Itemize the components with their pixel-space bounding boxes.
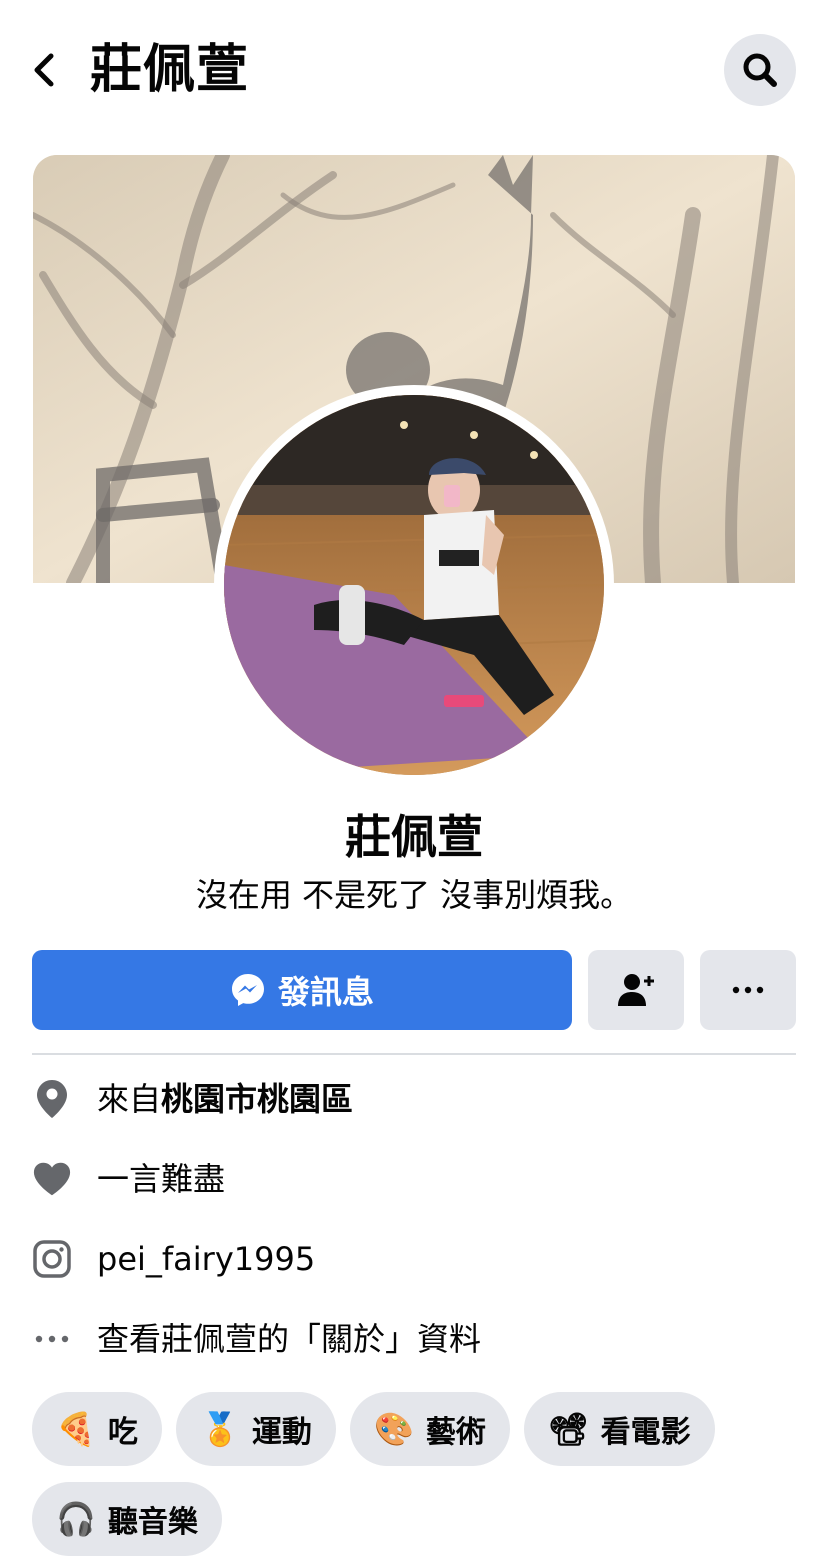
more-dots-icon	[732, 986, 764, 994]
instagram-icon	[32, 1237, 72, 1281]
hobby-label: 運動	[251, 1415, 312, 1450]
hobby-chip[interactable]: 📽 看電影	[524, 1392, 715, 1466]
medal-icon: 🏅	[200, 1410, 240, 1448]
hobby-chip[interactable]: 🎧 聽音樂	[32, 1482, 222, 1556]
page-title: 莊佩萱	[90, 40, 250, 100]
back-button[interactable]	[22, 46, 66, 94]
hobby-chip[interactable]: 🏅 運動	[176, 1392, 336, 1466]
messenger-icon	[231, 974, 264, 1006]
info-location: 來自桃園市桃園區	[32, 1069, 796, 1129]
add-friend-button[interactable]	[588, 950, 684, 1030]
headphones-icon: 🎧	[56, 1500, 96, 1538]
instagram-handle[interactable]: pei_fairy1995	[97, 1238, 315, 1280]
hobby-chip[interactable]: 🍕 吃	[32, 1392, 162, 1466]
message-button-label: 發訊息	[277, 973, 374, 1011]
location-place-link[interactable]: 桃園市桃園區	[161, 1080, 353, 1118]
search-button[interactable]	[724, 34, 796, 106]
location-prefix: 來自	[97, 1080, 162, 1118]
more-dots-icon	[32, 1317, 72, 1361]
hobby-label: 吃	[107, 1415, 138, 1450]
info-instagram[interactable]: pei_fairy1995	[32, 1229, 796, 1289]
section-divider	[32, 1053, 796, 1055]
hobby-chip[interactable]: 🎨 藝術	[350, 1392, 510, 1466]
profile-bio: 沒在用 不是死了 沒事別煩我。	[195, 876, 633, 914]
hobby-label: 聽音樂	[107, 1505, 198, 1540]
search-icon	[743, 53, 777, 87]
relationship-status: 一言難盡	[97, 1160, 226, 1198]
more-options-button[interactable]	[700, 950, 796, 1030]
info-relationship: 一言難盡	[32, 1149, 796, 1209]
pizza-icon: 🍕	[56, 1410, 96, 1448]
hobby-label: 藝術	[425, 1415, 486, 1450]
about-link[interactable]: 查看莊佩萱的「關於」資料	[97, 1318, 481, 1360]
profile-picture-frame	[214, 385, 614, 785]
top-bar: 莊佩萱	[0, 0, 828, 140]
heart-icon	[32, 1157, 72, 1201]
film-projector-icon: 📽	[548, 1410, 589, 1448]
location-pin-icon	[32, 1077, 72, 1121]
palette-icon: 🎨	[374, 1410, 414, 1448]
message-button[interactable]: 發訊息	[32, 950, 572, 1030]
chevron-left-icon	[34, 53, 54, 87]
hobby-label: 看電影	[600, 1415, 691, 1450]
add-friend-icon	[618, 974, 654, 1006]
profile-picture[interactable]	[224, 395, 604, 775]
profile-name: 莊佩萱	[345, 810, 483, 864]
info-about[interactable]: 查看莊佩萱的「關於」資料	[32, 1309, 796, 1369]
